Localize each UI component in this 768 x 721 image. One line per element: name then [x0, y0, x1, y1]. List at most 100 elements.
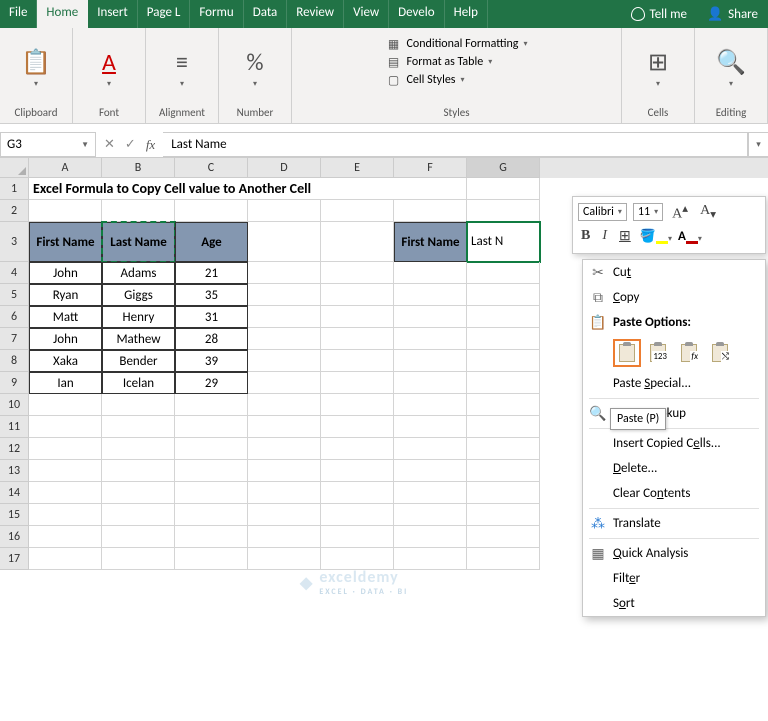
tab-review[interactable]: Review: [287, 0, 344, 28]
ctx-paste-special[interactable]: Paste Special...: [583, 371, 765, 396]
row-10[interactable]: 10: [0, 394, 29, 416]
share-button[interactable]: 👤Share: [697, 0, 768, 28]
col-C[interactable]: C: [175, 158, 248, 178]
ctx-sort[interactable]: Sort: [583, 591, 765, 616]
conditional-formatting[interactable]: ▦Conditional Formatting ▾: [382, 36, 532, 52]
tab-page-layout[interactable]: Page L: [138, 0, 191, 28]
bucket-icon: 🪣: [640, 229, 656, 244]
mini-size-select[interactable]: 11▾: [633, 203, 663, 221]
group-styles: ▦Conditional Formatting ▾ ▤Format as Tab…: [292, 28, 622, 123]
select-all-corner[interactable]: [0, 158, 29, 178]
percent-icon: %: [246, 48, 263, 77]
enter-icon[interactable]: ✓: [125, 137, 136, 152]
row-4[interactable]: 4: [0, 262, 29, 284]
ctx-quick-analysis[interactable]: ▦Quick Analysis: [583, 541, 765, 566]
tab-data[interactable]: Data: [244, 0, 288, 28]
row-9[interactable]: 9: [0, 372, 29, 394]
group-editing: 🔍▾ Editing: [695, 28, 768, 123]
paste-values[interactable]: 123: [644, 339, 672, 367]
col-E[interactable]: E: [321, 158, 394, 178]
col-G[interactable]: G: [467, 158, 540, 178]
align-icon: ≡: [176, 48, 188, 77]
row-11[interactable]: 11: [0, 416, 29, 438]
cells-button[interactable]: ⊞▾: [630, 35, 686, 101]
alignment-button[interactable]: ≡▾: [154, 35, 210, 101]
cell-F3[interactable]: First Name: [394, 222, 467, 262]
row-15[interactable]: 15: [0, 504, 29, 526]
watermark: ◆ exceldemyEXCEL · DATA · BI: [300, 568, 408, 597]
paste-button[interactable]: 📋▾: [8, 35, 64, 101]
row-6[interactable]: 6: [0, 306, 29, 328]
italic-button[interactable]: I: [599, 228, 610, 244]
paste-all[interactable]: [613, 339, 641, 367]
underline-button[interactable]: ⊞: [616, 228, 634, 245]
context-menu: ✂Cut ⧉Copy 📋Paste Options: 123 fx ⤭ Past…: [582, 259, 766, 617]
row-16[interactable]: 16: [0, 526, 29, 548]
row-5[interactable]: 5: [0, 284, 29, 306]
ctx-delete[interactable]: Delete...: [583, 456, 765, 481]
col-B[interactable]: B: [102, 158, 175, 178]
ctx-filter[interactable]: Filter: [583, 566, 765, 591]
paste-transpose[interactable]: ⤭: [706, 339, 734, 367]
tab-help[interactable]: Help: [445, 0, 488, 28]
row-1[interactable]: 1: [0, 178, 29, 200]
formula-expand[interactable]: ▾: [748, 132, 768, 157]
clipboard-icon: 📋: [589, 314, 607, 331]
row-14[interactable]: 14: [0, 482, 29, 504]
ctx-copy[interactable]: ⧉Copy: [583, 285, 765, 310]
tab-insert[interactable]: Insert: [88, 0, 138, 28]
share-icon: 👤: [707, 7, 723, 22]
row-3[interactable]: 3: [0, 222, 29, 262]
decrease-font-icon[interactable]: A▾: [697, 203, 719, 222]
ctx-cut[interactable]: ✂Cut: [583, 260, 765, 285]
ctx-clear-contents[interactable]: Clear Contents: [583, 481, 765, 506]
col-F[interactable]: F: [394, 158, 467, 178]
cell-A1[interactable]: Excel Formula to Copy Cell value to Anot…: [29, 178, 467, 200]
tab-formulas[interactable]: Formu: [190, 0, 243, 28]
watermark-icon: ◆: [300, 573, 313, 593]
group-cells: ⊞▾ Cells: [622, 28, 695, 123]
increase-font-icon[interactable]: A▴: [669, 201, 691, 223]
cells-icon: ⊞: [648, 48, 668, 77]
bold-button[interactable]: B: [578, 228, 593, 244]
editing-button[interactable]: 🔍▾: [703, 35, 759, 101]
mini-toolbar: Calibri▾ 11▾ A▴ A▾ B I ⊞ 🪣▾ A▾: [572, 196, 766, 254]
row-17[interactable]: 17: [0, 548, 29, 570]
fill-color-button[interactable]: 🪣▾: [640, 229, 672, 244]
col-A[interactable]: A: [29, 158, 102, 178]
cell-G3[interactable]: Last N: [467, 222, 540, 262]
chevron-down-icon: ▼: [81, 140, 89, 150]
cell-C3[interactable]: Age: [175, 222, 248, 262]
name-box[interactable]: G3▼: [0, 132, 96, 157]
cell-B3[interactable]: Last Name: [102, 222, 175, 262]
tab-file[interactable]: File: [0, 0, 37, 28]
cell-A3[interactable]: First Name: [29, 222, 102, 262]
number-button[interactable]: %▾: [227, 35, 283, 101]
cancel-icon[interactable]: ✕: [104, 137, 115, 152]
ctx-paste-options-label: 📋Paste Options:: [583, 310, 765, 335]
tell-me[interactable]: Tell me: [621, 0, 697, 28]
group-clipboard: 📋▾ Clipboard: [0, 28, 73, 123]
font-color-button[interactable]: A▾: [678, 229, 702, 244]
format-as-table[interactable]: ▤Format as Table ▾: [382, 54, 532, 70]
col-D[interactable]: D: [248, 158, 321, 178]
scissors-icon: ✂: [589, 264, 607, 281]
tab-view[interactable]: View: [344, 0, 389, 28]
mini-font-select[interactable]: Calibri▾: [578, 203, 627, 221]
fx-icon[interactable]: fx: [146, 137, 155, 153]
tab-developer[interactable]: Develo: [389, 0, 444, 28]
tab-home[interactable]: Home: [37, 0, 88, 28]
row-12[interactable]: 12: [0, 438, 29, 460]
row-7[interactable]: 7: [0, 328, 29, 350]
paste-tooltip: Paste (P): [610, 408, 666, 430]
row-13[interactable]: 13: [0, 460, 29, 482]
ctx-insert-copied[interactable]: Insert Copied Cells...: [583, 431, 765, 456]
row-8[interactable]: 8: [0, 350, 29, 372]
ctx-translate[interactable]: ⁂Translate: [583, 511, 765, 536]
paste-formulas[interactable]: fx: [675, 339, 703, 367]
find-icon: 🔍: [716, 48, 746, 77]
font-button[interactable]: A▾: [81, 35, 137, 101]
formula-input[interactable]: Last Name: [163, 132, 748, 157]
cell-styles[interactable]: ▢Cell Styles ▾: [382, 72, 532, 88]
row-2[interactable]: 2: [0, 200, 29, 222]
